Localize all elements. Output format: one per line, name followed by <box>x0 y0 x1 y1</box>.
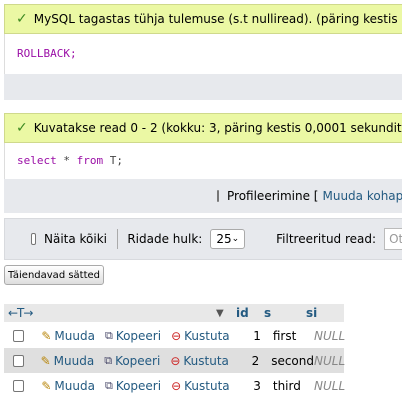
show-all-label: Näita kõiki <box>43 232 108 246</box>
filter-rows-label: Filtreeritud read: <box>276 232 377 246</box>
sql-keyword-from: from <box>76 154 104 167</box>
row-checkbox[interactable] <box>13 354 24 367</box>
results-table-header: ←T→ ▼ id s si <box>4 304 344 322</box>
cell-si[interactable]: NULL <box>314 354 345 368</box>
pencil-icon: ✎ <box>40 353 51 368</box>
rows-count-label: Ridade hulk: <box>127 232 203 246</box>
profiling-label: Profileerimine [ <box>227 189 319 203</box>
rollback-sql-box: ROLLBACK; <box>4 34 402 74</box>
rollback-sql-toolbar <box>4 74 402 100</box>
copy-icon: ⧉ <box>104 328 113 342</box>
copy-icon: ⧉ <box>104 378 113 392</box>
chevron-down-icon: ⌄ <box>231 234 240 244</box>
select-sql-code[interactable]: select * from T; <box>17 154 123 167</box>
column-header-s[interactable]: s <box>264 306 306 320</box>
cell-s[interactable]: third <box>273 379 314 393</box>
results-table-body: ✎ Muuda ⧉ Kopeeri ⊖ Kustuta 1 first NULL… <box>4 323 345 398</box>
delete-link[interactable]: Kustuta <box>184 379 230 393</box>
profiling-bar: Profileerimine [ Muuda kohapeal <box>4 179 402 213</box>
check-icon: ✓ <box>16 11 28 27</box>
delete-icon: ⊖ <box>171 328 182 343</box>
copy-link[interactable]: Kopeeri <box>116 329 161 343</box>
extra-options-button[interactable]: Täiendavad sätted <box>4 265 104 285</box>
rollback-message-text: MySQL tagastas tühja tulemuse (s.t nulli… <box>33 12 402 26</box>
sql-table-name: T; <box>103 154 123 167</box>
sort-chevron-icon[interactable]: ▼ <box>216 308 236 319</box>
check-icon: ✓ <box>16 120 28 136</box>
cell-si[interactable]: NULL <box>314 329 345 343</box>
pencil-icon: ✎ <box>41 378 52 393</box>
rows-count-select[interactable]: 25 ⌄ <box>210 229 246 249</box>
sql-star: * <box>56 154 77 167</box>
cell-id[interactable]: 3 <box>250 379 261 393</box>
edit-link[interactable]: Muuda <box>54 354 95 368</box>
select-message-text: Kuvatakse read 0 - 2 (kokku: 3, päring k… <box>33 121 402 135</box>
row-checkbox[interactable] <box>13 379 25 392</box>
edit-link[interactable]: Muuda <box>54 329 95 343</box>
cell-id[interactable]: 2 <box>249 354 260 368</box>
delete-link[interactable]: Kustuta <box>184 329 230 343</box>
select-success-message: ✓ Kuvatakse read 0 - 2 (kokku: 3, päring… <box>4 113 402 143</box>
rollback-sql-code: ROLLBACK; <box>17 47 77 60</box>
delete-icon: ⊖ <box>170 353 181 368</box>
cell-s[interactable]: first <box>273 329 314 343</box>
filter-rows-input[interactable]: Otsi <box>384 228 402 250</box>
inline-edit-link[interactable]: Muuda kohapeal <box>322 189 402 203</box>
row-checkbox[interactable] <box>13 329 25 342</box>
sql-keyword-select: select <box>17 154 57 167</box>
delete-link[interactable]: Kustuta <box>183 354 229 368</box>
cell-si[interactable]: NULL <box>314 379 345 393</box>
column-header-id[interactable]: id <box>236 306 264 320</box>
delete-icon: ⊖ <box>171 378 182 393</box>
copy-icon: ⧉ <box>104 353 113 367</box>
profiling-checkbox[interactable] <box>217 190 219 202</box>
pencil-icon: ✎ <box>41 328 52 343</box>
rows-count-value: 25 <box>216 232 232 246</box>
rollback-success-message: ✓ MySQL tagastas tühja tulemuse (s.t nul… <box>4 4 402 34</box>
table-row[interactable]: ✎ Muuda ⧉ Kopeeri ⊖ Kustuta 2 second NUL… <box>4 348 345 373</box>
navigation-toolbar: Näita kõiki Ridade hulk: 25 ⌄ Filtreerit… <box>4 218 402 260</box>
column-header-si[interactable]: si <box>306 306 336 320</box>
cell-id[interactable]: 1 <box>250 329 261 343</box>
show-all-checkbox[interactable] <box>31 233 36 245</box>
table-row[interactable]: ✎ Muuda ⧉ Kopeeri ⊖ Kustuta 3 third NULL <box>4 373 345 398</box>
table-row[interactable]: ✎ Muuda ⧉ Kopeeri ⊖ Kustuta 1 first NULL <box>4 323 345 348</box>
copy-link[interactable]: Kopeeri <box>115 354 160 368</box>
edit-link[interactable]: Muuda <box>54 379 95 393</box>
select-sql-box: select * from T; <box>4 143 402 179</box>
cell-s[interactable]: second <box>271 354 314 368</box>
copy-link[interactable]: Kopeeri <box>116 379 161 393</box>
column-arrows[interactable]: ←T→ <box>8 306 216 320</box>
